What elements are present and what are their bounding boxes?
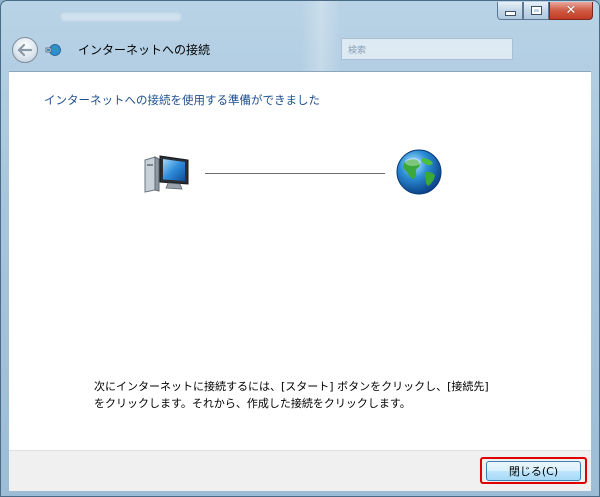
wizard-footer: 閉じる(C) [9, 450, 591, 491]
caption-buttons: ✕ [497, 2, 593, 20]
wizard-window: 検索 ✕ インターネットへの接続 インターネットへの接続を使用する準備ができまし… [0, 0, 600, 497]
network-connection-icon [45, 44, 61, 56]
minimize-icon [504, 11, 516, 16]
background-window-reflection [301, 1, 341, 71]
window-title: インターネットへの接続 [78, 43, 211, 57]
back-arrow-icon [18, 44, 32, 56]
minimize-button[interactable] [497, 2, 523, 20]
wizard-content: インターネットへの接続を使用する準備ができました 次にインターネットに接続するに… [9, 71, 591, 451]
background-window-title [61, 13, 181, 21]
globe-icon [396, 149, 442, 195]
computer-icon [144, 155, 189, 193]
instruction-text: 次にインターネットに接続するには、[スタート] ボタンをクリックし、[接続先] … [94, 380, 489, 410]
page-heading: インターネットへの接続を使用する準備ができました [44, 93, 320, 107]
background-search-box: 検索 [341, 38, 513, 60]
close-icon: ✕ [565, 3, 577, 18]
connection-line [205, 173, 385, 174]
background-search-placeholder: 検索 [348, 46, 367, 56]
back-button[interactable] [12, 37, 38, 63]
close-button[interactable]: 閉じる(C) [486, 461, 581, 481]
maximize-icon [530, 6, 542, 15]
window-close-button[interactable]: ✕ [549, 2, 593, 20]
maximize-button[interactable] [523, 2, 549, 20]
